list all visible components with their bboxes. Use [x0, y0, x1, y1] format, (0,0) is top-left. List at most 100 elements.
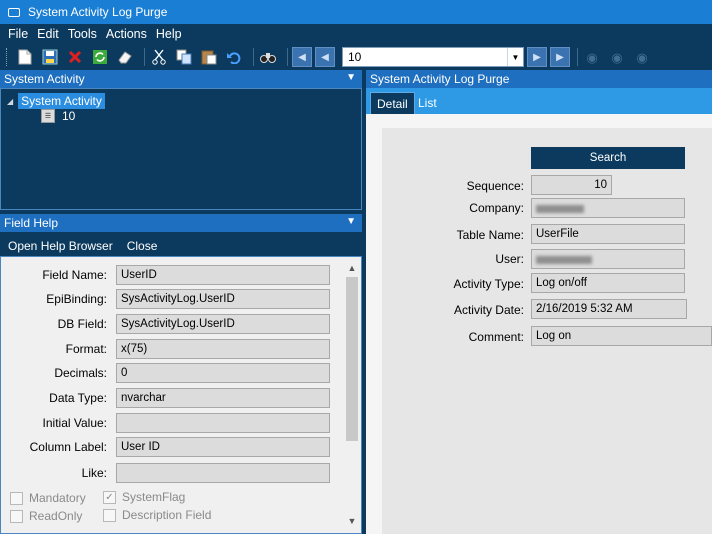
description-field-checkbox[interactable]: Description Field: [103, 508, 211, 522]
save-icon[interactable]: [40, 47, 60, 67]
sequence-label: Sequence:: [466, 179, 524, 193]
checkbox-box[interactable]: [103, 508, 116, 522]
record-selector-combo[interactable]: 10 ▼: [342, 47, 524, 67]
toolbar-separator: [253, 48, 254, 66]
tab-detail[interactable]: Detail: [370, 92, 415, 114]
field-help-scrollbar[interactable]: ▲ ▼: [344, 257, 360, 533]
tree-child-node[interactable]: ☰ 10: [41, 109, 75, 123]
field-help-label: Data Type:: [49, 391, 107, 405]
toolbar-separator: [287, 48, 288, 66]
company-label: Company:: [469, 201, 524, 215]
new-icon[interactable]: [15, 47, 35, 67]
user-field[interactable]: [531, 249, 685, 269]
previous-record-button[interactable]: ◀: [315, 47, 335, 67]
app-window-icon: [8, 7, 20, 17]
tree-child-label: 10: [62, 109, 76, 123]
field-help-row: Format: x(75): [1, 339, 341, 359]
toolbar: ◀ ◀ 10 ▼ ▶ ▶ ◉ ◉ ◉: [0, 44, 712, 70]
sequence-field[interactable]: 10: [531, 175, 612, 195]
redacted-value: [536, 256, 592, 264]
record-selector-value: 10: [348, 50, 362, 64]
field-help-value[interactable]: [116, 413, 330, 433]
field-help-label: Field Name:: [42, 268, 107, 282]
checkbox-box[interactable]: [10, 509, 23, 523]
tab-list[interactable]: List: [412, 92, 443, 114]
field-help-header: Field Help ▼: [0, 214, 362, 232]
next-record-button[interactable]: ▶: [527, 47, 547, 67]
close-help-button[interactable]: Close: [127, 239, 158, 253]
cut-icon[interactable]: [149, 47, 169, 67]
window-titlebar: System Activity Log Purge: [0, 0, 712, 24]
open-help-browser-button[interactable]: Open Help Browser: [8, 239, 113, 253]
pin-icon[interactable]: ▼: [346, 216, 356, 227]
activity-type-field[interactable]: Log on/off: [531, 273, 685, 293]
field-help-value[interactable]: SysActivityLog.UserID: [116, 289, 330, 309]
clear-icon[interactable]: [115, 47, 135, 67]
record-icon: ☰: [41, 109, 55, 123]
scrollbar-thumb[interactable]: [346, 277, 358, 441]
menu-actions[interactable]: Actions: [106, 27, 147, 41]
disabled-action-icon: ◉: [586, 49, 598, 65]
field-help-row: Data Type: nvarchar: [1, 388, 341, 408]
systemflag-checkbox[interactable]: ✓ SystemFlag: [103, 490, 185, 504]
toolbar-separator: [577, 48, 578, 66]
field-help-value[interactable]: SysActivityLog.UserID: [116, 314, 330, 334]
main-tabs: Detail List: [366, 88, 712, 114]
menu-file[interactable]: File: [8, 27, 28, 41]
expand-icon[interactable]: ◢: [7, 97, 13, 106]
field-help-value[interactable]: 0: [116, 363, 330, 383]
menu-edit[interactable]: Edit: [37, 27, 59, 41]
refresh-icon[interactable]: [90, 47, 110, 67]
redacted-value: [536, 205, 584, 213]
disabled-action-icon: ◉: [611, 49, 623, 65]
system-activity-tree: ◢ System Activity ☰ 10: [0, 88, 362, 210]
binoculars-icon[interactable]: [258, 47, 278, 67]
search-button[interactable]: Search: [531, 147, 685, 169]
delete-icon[interactable]: [65, 47, 85, 67]
last-record-button[interactable]: ▶: [550, 47, 570, 67]
paste-icon[interactable]: [199, 47, 219, 67]
field-help-value[interactable]: [116, 463, 330, 483]
disabled-action-icon: ◉: [636, 49, 648, 65]
chevron-down-icon[interactable]: ▼: [344, 513, 360, 529]
field-help-value[interactable]: x(75): [116, 339, 330, 359]
readonly-checkbox[interactable]: ReadOnly: [10, 509, 82, 523]
chevron-up-icon[interactable]: ▲: [344, 260, 360, 276]
field-help-label: EpiBinding:: [46, 292, 107, 306]
pin-icon[interactable]: ▼: [346, 72, 356, 83]
toolbar-grip[interactable]: [6, 48, 9, 66]
activity-date-label: Activity Date:: [453, 303, 524, 317]
field-help-row: EpiBinding: SysActivityLog.UserID: [1, 289, 341, 309]
field-help-row: Field Name: UserID: [1, 265, 341, 285]
mandatory-checkbox[interactable]: Mandatory: [10, 491, 86, 505]
copy-icon[interactable]: [174, 47, 194, 67]
field-help-label: Like:: [81, 466, 107, 480]
menu-tools[interactable]: Tools: [68, 27, 97, 41]
table-name-field[interactable]: UserFile: [531, 224, 685, 244]
toolbar-separator: [144, 48, 145, 66]
field-help-value[interactable]: nvarchar: [116, 388, 330, 408]
checkbox-label: ReadOnly: [29, 509, 83, 523]
first-record-button[interactable]: ◀: [292, 47, 312, 67]
chevron-down-icon[interactable]: ▼: [507, 48, 523, 66]
comment-label: Comment:: [468, 330, 524, 344]
comment-field[interactable]: Log on: [531, 326, 712, 346]
activity-type-label: Activity Type:: [453, 277, 524, 291]
undo-icon[interactable]: [224, 47, 244, 67]
tree-root-label: System Activity: [18, 93, 105, 109]
field-help-label: Column Label:: [29, 440, 107, 454]
tree-root-node[interactable]: ◢ System Activity: [7, 93, 105, 109]
main-panel-header: System Activity Log Purge: [366, 70, 712, 88]
menu-help[interactable]: Help: [156, 27, 182, 41]
checkbox-box[interactable]: [10, 491, 23, 505]
field-help-value[interactable]: UserID: [116, 265, 330, 285]
field-help-row: Initial Value:: [1, 413, 341, 433]
activity-date-field[interactable]: 2/16/2019 5:32 AM: [531, 299, 687, 319]
checkmark-icon[interactable]: ✓: [103, 490, 116, 504]
field-help-title: Field Help: [4, 216, 59, 230]
window-title: System Activity Log Purge: [28, 5, 168, 19]
field-help-label: DB Field:: [57, 317, 107, 331]
field-help-value[interactable]: User ID: [116, 437, 330, 457]
company-field[interactable]: [531, 198, 685, 218]
user-label: User:: [495, 252, 524, 266]
